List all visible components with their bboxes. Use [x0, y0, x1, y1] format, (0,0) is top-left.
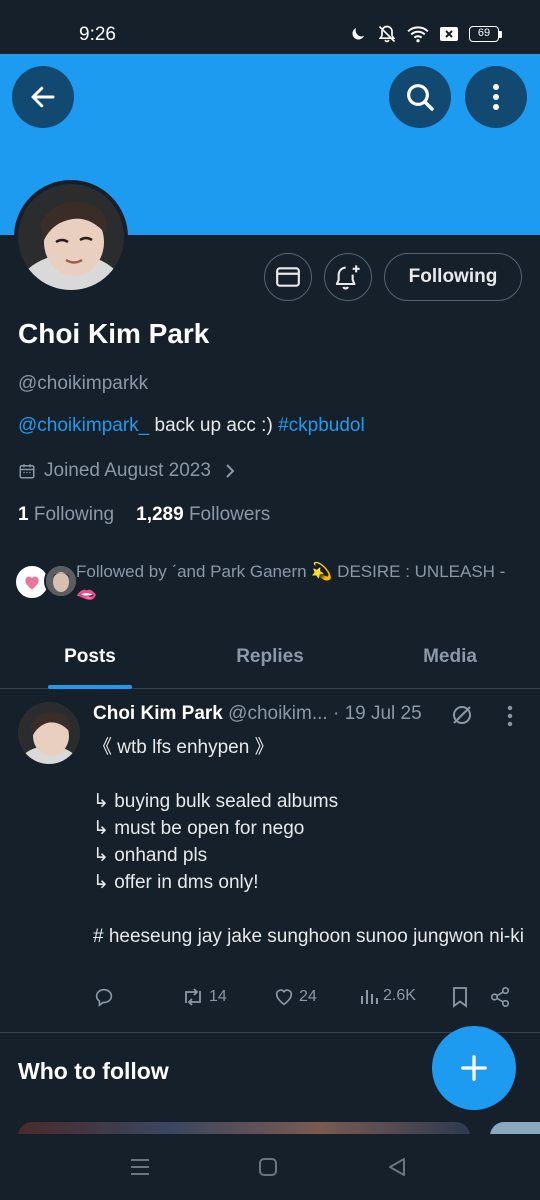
following-button[interactable]: Following [384, 253, 522, 301]
bookmark-icon[interactable] [450, 986, 470, 1008]
mail-icon [276, 267, 300, 287]
heart-outline-icon [275, 989, 293, 1006]
post-line: # heeseung jay jake sunghoon sunoo jungw… [93, 926, 524, 947]
like-count: 24 [299, 988, 317, 1005]
status-icons: 69 [349, 24, 502, 44]
joined-date[interactable]: Joined August 2023 [18, 460, 237, 482]
compose-button[interactable] [432, 1026, 516, 1110]
post-line: ↳ buying bulk sealed albums [93, 791, 339, 812]
back-button[interactable] [12, 66, 74, 128]
joined-text: Joined August 2023 [44, 460, 211, 481]
profile-tabs: Posts Replies Media [0, 625, 540, 689]
battery-level: 69 [469, 26, 499, 42]
system-nav-bar [0, 1134, 540, 1200]
search-icon [407, 84, 434, 111]
following-label: Following [33, 504, 115, 525]
status-bar: 9:26 69 [0, 0, 540, 54]
reply-button[interactable] [93, 986, 115, 1008]
profile-handle: @choikimparkk [18, 373, 149, 394]
chevron-right-icon [226, 464, 235, 478]
display-name: Choi Kim Park [18, 318, 210, 349]
post-item[interactable]: Choi Kim Park @choikim... · 19 Jul 25 《 … [0, 690, 540, 1033]
post-avatar[interactable] [18, 702, 80, 764]
following-stat[interactable]: 1 Following [18, 504, 114, 526]
grok-icon[interactable] [450, 703, 474, 727]
like-button[interactable]: 24 [273, 986, 317, 1008]
post-line: 《 wtb lfs enhypen 》 [93, 737, 274, 758]
retweet-icon [185, 988, 201, 1006]
message-button[interactable] [264, 253, 312, 301]
views-icon [361, 990, 378, 1004]
wifi-icon [407, 26, 429, 43]
retweet-button[interactable]: 14 [181, 986, 227, 1008]
home-icon[interactable] [257, 1156, 279, 1178]
followed-by[interactable]: Followed by ˊand Park Ganern 💫 DESIRE : … [14, 560, 524, 606]
profile-avatar[interactable] [14, 180, 128, 294]
tab-replies[interactable]: Replies [180, 625, 360, 689]
views-count: 2.6K [383, 987, 416, 1004]
post-actions: 14 24 2.6K [93, 986, 523, 1010]
post-line: ↳ onhand pls [93, 845, 208, 866]
search-button[interactable] [389, 66, 451, 128]
avatar-image [18, 184, 124, 290]
bell-off-icon [378, 25, 396, 43]
reply-icon [95, 988, 113, 1007]
post-line: ↳ offer in dms only! [93, 872, 259, 893]
followers-label: Followers [188, 504, 271, 525]
plus-icon [461, 1055, 487, 1081]
retweet-count: 14 [209, 988, 227, 1005]
post-header: Choi Kim Park @choikim... · 19 Jul 25 [93, 703, 422, 725]
more-vertical-icon [493, 84, 499, 110]
bio-hashtag-link[interactable]: #ckpbudol [278, 415, 365, 436]
tab-posts[interactable]: Posts [0, 625, 180, 689]
followers-stat[interactable]: 1,289 Followers [136, 504, 270, 526]
back-nav-icon[interactable] [386, 1156, 408, 1178]
post-line: ↳ must be open for nego [93, 818, 305, 839]
arrow-left-icon [31, 86, 55, 108]
profile-bio: @choikimpark_ back up acc :) #ckpbudol [18, 415, 365, 437]
follower-avatar [44, 564, 78, 598]
battery-icon: 69 [469, 26, 502, 42]
post-handle-date: @choikim... · 19 Jul 25 [222, 703, 422, 724]
menu-icon[interactable] [129, 1156, 151, 1178]
followers-count: 1,289 [136, 504, 184, 525]
sim-x-icon [440, 27, 458, 41]
more-button[interactable] [465, 66, 527, 128]
views-button[interactable]: 2.6K [359, 986, 416, 1006]
calendar-icon [19, 464, 35, 479]
moon-icon [352, 28, 364, 40]
share-icon[interactable] [489, 986, 511, 1008]
post-more-icon[interactable] [506, 705, 514, 727]
tab-media[interactable]: Media [360, 625, 540, 689]
following-count: 1 [18, 504, 29, 525]
bio-mention-link[interactable]: @choikimpark_ [18, 415, 149, 436]
heart-icon [25, 576, 39, 590]
who-to-follow-title: Who to follow [18, 1058, 169, 1084]
profile-stats: 1 Following 1,289 Followers [18, 504, 270, 526]
post-author-name[interactable]: Choi Kim Park [93, 703, 223, 724]
followed-by-text: Followed by ˊand Park Ganern 💫 DESIRE : … [76, 562, 506, 604]
status-time: 9:26 [79, 24, 116, 45]
bio-text: back up acc :) [149, 415, 279, 436]
bell-plus-icon [335, 265, 360, 290]
notify-button[interactable] [324, 253, 372, 301]
post-text: 《 wtb lfs enhypen 》 ↳ buying bulk sealed… [93, 734, 528, 950]
post-line [93, 896, 528, 923]
post-line [93, 761, 528, 788]
